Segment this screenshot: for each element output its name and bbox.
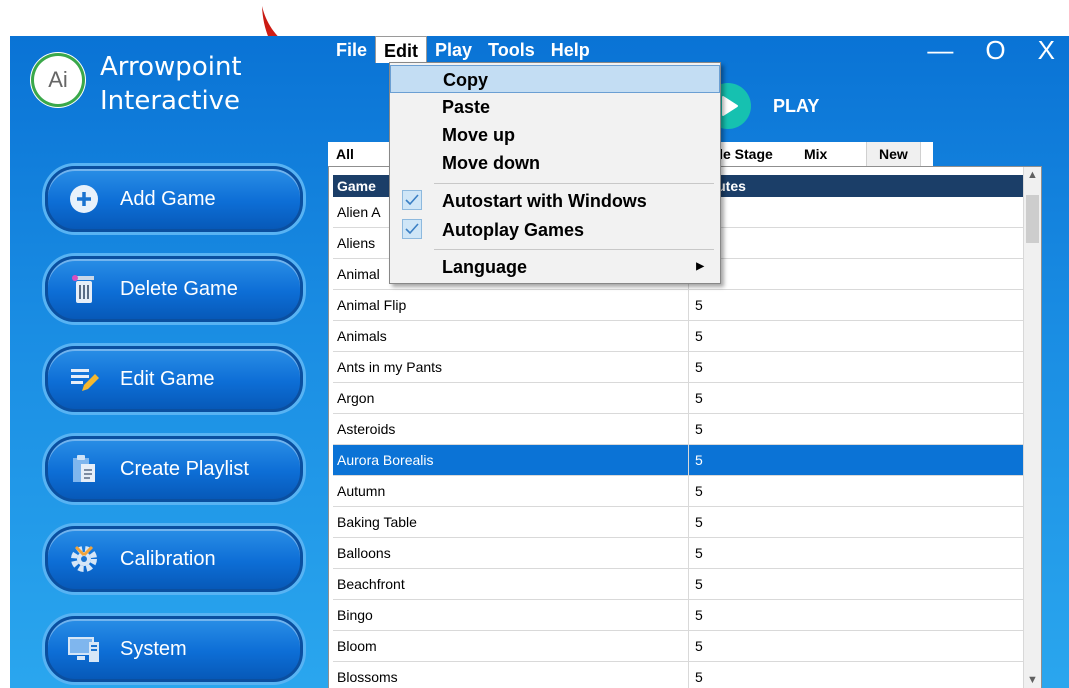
cell-minutes: 5	[695, 452, 703, 468]
edit-dropdown-menu: Copy Paste Move up Move down Autostart w…	[389, 62, 721, 284]
table-row[interactable]: Autumn 5	[333, 476, 1039, 507]
tab-new[interactable]: New	[866, 142, 921, 166]
menu-play[interactable]: Play	[427, 36, 480, 62]
monitor-icon	[66, 631, 102, 667]
menu-item-move-up[interactable]: Move up	[390, 121, 720, 149]
cell-minutes: 5	[695, 390, 703, 406]
add-game-label: Add Game	[120, 187, 216, 210]
menu-item-label: Autoplay Games	[442, 220, 585, 240]
scroll-thumb[interactable]	[1026, 195, 1039, 243]
app-window: Ai Arrowpoint Interactive File Edit Play…	[10, 36, 1069, 688]
cell-game: Bloom	[333, 631, 689, 661]
cell-minutes: 5	[695, 328, 703, 344]
table-row[interactable]: Animals 5	[333, 321, 1039, 352]
menu-tools[interactable]: Tools	[480, 36, 543, 62]
submenu-arrow-icon: ▶	[696, 261, 704, 272]
table-row[interactable]: Animal Flip 5	[333, 290, 1039, 321]
cell-minutes: 5	[695, 421, 703, 437]
checkmark-icon	[402, 190, 422, 210]
cell-minutes: 5	[695, 576, 703, 592]
play-button[interactable]: PLAY	[705, 83, 819, 129]
menu-item-autoplay[interactable]: Autoplay Games	[390, 216, 720, 244]
table-row[interactable]: Blossoms 5	[333, 662, 1039, 688]
cell-minutes: 5	[695, 607, 703, 623]
cell-game: Blossoms	[333, 662, 689, 688]
menu-item-label: Move up	[442, 125, 516, 145]
table-row[interactable]: Balloons 5	[333, 538, 1039, 569]
table-row[interactable]: Asteroids 5	[333, 414, 1039, 445]
vertical-scrollbar[interactable]: ▲ ▼	[1023, 167, 1041, 688]
minimize-button[interactable]: —	[927, 36, 953, 64]
table-row[interactable]: Beachfront 5	[333, 569, 1039, 600]
menu-item-label: Paste	[442, 97, 491, 117]
cell-game: Ants in my Pants	[333, 352, 689, 382]
table-row[interactable]: Argon 5	[333, 383, 1039, 414]
menu-item-label: Copy	[443, 70, 488, 90]
cell-game: Argon	[333, 383, 689, 413]
scroll-up-icon[interactable]: ▲	[1024, 167, 1041, 184]
maximize-button[interactable]: O	[985, 36, 1005, 64]
cell-game: Asteroids	[333, 414, 689, 444]
calibration-label: Calibration	[120, 547, 216, 570]
cell-game: Baking Table	[333, 507, 689, 537]
menu-item-label: Autostart with Windows	[442, 191, 647, 211]
menu-item-paste[interactable]: Paste	[390, 93, 720, 121]
menu-edit[interactable]: Edit	[375, 36, 428, 63]
menu-file[interactable]: File	[328, 36, 375, 62]
edit-list-icon	[66, 361, 102, 397]
calibration-button[interactable]: Calibration	[45, 526, 303, 592]
table-row[interactable]: Bingo 5	[333, 600, 1039, 631]
app-logo: Ai	[34, 56, 82, 104]
add-game-button[interactable]: Add Game	[45, 166, 303, 232]
cell-minutes: 5	[695, 483, 703, 499]
cell-game: Bingo	[333, 600, 689, 630]
system-button[interactable]: System	[45, 616, 303, 682]
table-row[interactable]: Bloom 5	[333, 631, 1039, 662]
checkmark-icon	[402, 219, 422, 239]
delete-game-label: Delete Game	[120, 277, 238, 300]
trash-icon	[66, 271, 102, 307]
menu-separator	[434, 183, 714, 184]
tab-mix[interactable]: Mix	[796, 142, 835, 166]
app-name: Arrowpoint Interactive	[100, 52, 242, 116]
system-label: System	[120, 637, 187, 660]
table-row[interactable]: Baking Table 5	[333, 507, 1039, 538]
cell-game: Beachfront	[333, 569, 689, 599]
edit-game-button[interactable]: Edit Game	[45, 346, 303, 412]
cell-minutes: 5	[695, 638, 703, 654]
cell-game: Balloons	[333, 538, 689, 568]
table-row-selected[interactable]: Aurora Borealis 5	[333, 445, 1039, 476]
play-label: PLAY	[773, 95, 820, 116]
close-button[interactable]: X	[1038, 36, 1055, 64]
scroll-down-icon[interactable]: ▼	[1024, 672, 1041, 688]
create-playlist-label: Create Playlist	[120, 457, 249, 480]
menu-bar: File Edit Play Tools Help	[328, 36, 598, 63]
menu-item-autostart[interactable]: Autostart with Windows	[390, 187, 720, 215]
cell-minutes: 5	[695, 669, 703, 685]
menu-item-move-down[interactable]: Move down	[390, 149, 720, 177]
create-playlist-button[interactable]: Create Playlist	[45, 436, 303, 502]
delete-game-button[interactable]: Delete Game	[45, 256, 303, 322]
window-controls: — O X	[927, 36, 1055, 64]
menu-help[interactable]: Help	[543, 36, 598, 62]
gear-icon	[66, 541, 102, 577]
menu-item-label: Move down	[442, 153, 540, 173]
cell-game: Autumn	[333, 476, 689, 506]
cell-minutes: 5	[695, 514, 703, 530]
menu-separator	[434, 249, 714, 250]
cell-game: Animals	[333, 321, 689, 351]
plus-circle-icon	[66, 181, 102, 217]
cell-game: Animal Flip	[333, 290, 689, 320]
cell-minutes: 5	[695, 297, 703, 313]
cell-minutes: 5	[695, 545, 703, 561]
clipboard-icon	[66, 451, 102, 487]
cell-game: Aurora Borealis	[333, 445, 689, 475]
menu-item-language[interactable]: Language ▶	[390, 253, 720, 281]
tab-all[interactable]: All	[328, 142, 362, 166]
table-row[interactable]: Ants in my Pants 5	[333, 352, 1039, 383]
menu-item-copy[interactable]: Copy	[390, 65, 720, 93]
cell-minutes: 5	[695, 359, 703, 375]
edit-game-label: Edit Game	[120, 367, 215, 390]
menu-item-label: Language	[442, 257, 528, 277]
